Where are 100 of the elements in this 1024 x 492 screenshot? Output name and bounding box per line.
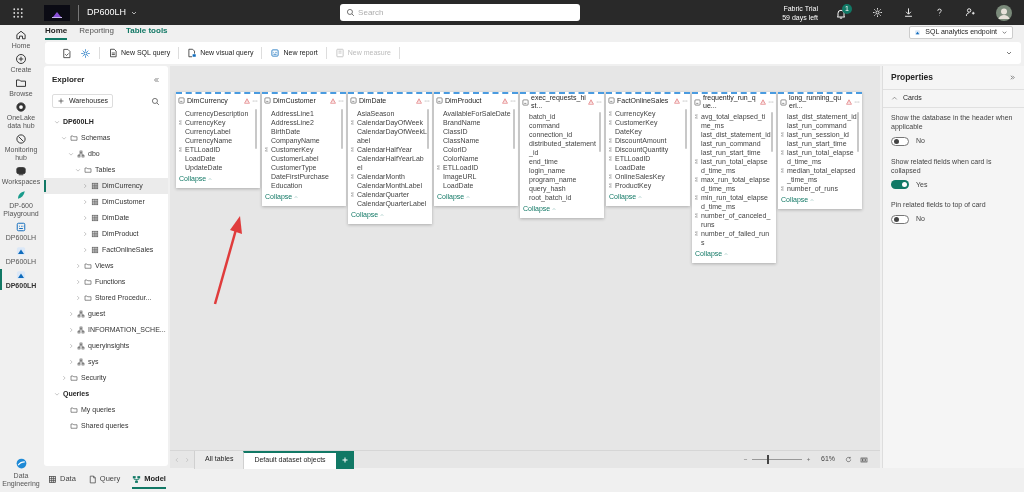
table-icon	[436, 97, 443, 104]
table-icon	[350, 97, 357, 104]
table-icon	[91, 182, 99, 190]
download-icon[interactable]	[903, 7, 914, 18]
sigma-icon	[178, 120, 183, 125]
scrollbar[interactable]	[341, 109, 343, 149]
plus-circle-icon	[15, 53, 27, 65]
expand-icon[interactable]	[1009, 74, 1016, 81]
chevron-down-icon	[68, 151, 74, 157]
add-tab-button[interactable]	[335, 450, 354, 469]
sigma-icon	[780, 132, 785, 137]
scrollbar[interactable]	[685, 109, 687, 149]
data-engineering-icon	[14, 457, 28, 470]
minus-icon[interactable]	[743, 457, 748, 462]
sigma-icon	[694, 159, 699, 164]
sigma-icon	[694, 231, 699, 236]
sigma-icon	[264, 147, 269, 152]
scrollbar[interactable]	[427, 109, 429, 149]
chevron-right-icon	[61, 375, 67, 381]
toggle-switch[interactable]	[891, 214, 909, 224]
sigma-icon	[350, 174, 355, 179]
model-icon	[132, 474, 142, 484]
scrollbar[interactable]	[771, 112, 773, 152]
collapse-icon[interactable]	[152, 76, 160, 84]
chevron-right-icon	[68, 343, 74, 349]
sigma-icon	[694, 177, 699, 182]
chevron-down-icon[interactable]	[1005, 49, 1013, 57]
chevron-right-icon	[82, 199, 88, 205]
app-launcher-icon[interactable]	[12, 6, 24, 19]
table-card[interactable]	[692, 92, 776, 263]
folder-icon	[70, 134, 78, 142]
chevron-down-icon	[54, 119, 60, 125]
chevron-up-icon	[810, 198, 815, 203]
scrollbar[interactable]	[255, 109, 257, 149]
chevron-down-icon	[75, 167, 81, 173]
fit-to-screen-icon[interactable]	[860, 455, 868, 464]
sigma-icon	[780, 168, 785, 173]
lakehouse-icon	[914, 29, 922, 36]
scrollbar[interactable]	[857, 112, 859, 152]
toggle-switch[interactable]	[891, 136, 909, 146]
search-icon[interactable]	[151, 96, 160, 106]
chevron-right-icon	[68, 327, 74, 333]
table-icon	[694, 98, 701, 106]
chevron-up-icon	[891, 95, 898, 102]
schema-icon	[77, 310, 85, 318]
chevron-up-icon	[638, 195, 643, 200]
table-icon	[91, 214, 99, 222]
folder-icon	[15, 77, 27, 89]
gear-icon[interactable]	[80, 47, 91, 59]
scrollbar[interactable]	[513, 109, 515, 149]
chevron-right-icon	[75, 295, 81, 301]
plus-icon[interactable]	[806, 457, 811, 462]
table-icon	[780, 98, 787, 106]
chevron-up-icon	[724, 252, 729, 257]
schema-icon	[77, 326, 85, 334]
panel-title: Explorer	[52, 74, 85, 86]
leaf-icon	[15, 189, 27, 201]
avatar[interactable]	[996, 4, 1012, 21]
chevron-up-icon	[380, 213, 385, 218]
share-icon[interactable]	[965, 7, 976, 18]
schema-icon	[77, 150, 85, 158]
sigma-icon	[694, 213, 699, 218]
workspace-menu[interactable]: DP600LH	[87, 5, 139, 20]
chevron-down-icon	[1001, 29, 1008, 36]
chevron-right-icon	[68, 359, 74, 365]
search-field[interactable]: Search	[340, 4, 581, 21]
chevron-right-icon[interactable]	[184, 456, 190, 463]
lakehouse-icon	[15, 269, 27, 281]
toggle-switch[interactable]	[891, 180, 909, 190]
document-icon	[108, 48, 118, 58]
schema-icon	[77, 358, 85, 366]
table-icon	[48, 474, 57, 484]
ribbon-tab[interactable]: Table tools	[125, 25, 168, 40]
bell-icon	[835, 8, 847, 20]
chevron-right-icon	[68, 311, 74, 317]
chevron-up-icon	[466, 195, 471, 200]
table-icon	[178, 97, 185, 104]
ribbon-tab[interactable]: Home	[45, 25, 68, 40]
chevron-right-icon	[82, 215, 88, 221]
table-icon	[91, 246, 99, 254]
sigma-icon	[780, 150, 785, 155]
selected-indicator	[44, 180, 46, 192]
chevron-up-icon	[208, 177, 213, 182]
sigma-icon	[694, 114, 699, 119]
sigma-icon	[350, 147, 355, 152]
document-icon[interactable]	[61, 47, 72, 59]
logo[interactable]	[44, 4, 70, 21]
settings-icon[interactable]	[872, 7, 883, 18]
plus-icon	[340, 455, 349, 464]
ribbon-tab[interactable]: Reporting	[79, 25, 114, 40]
prohibited-circle-icon	[15, 133, 27, 145]
scrollbar[interactable]	[599, 112, 601, 152]
reset-icon[interactable]	[845, 456, 852, 463]
chevron-up-icon	[552, 207, 557, 212]
sigma-icon	[780, 186, 785, 191]
chevron-left-icon[interactable]	[174, 456, 180, 463]
panel-title: Properties	[891, 71, 934, 84]
sigma-icon	[350, 120, 355, 125]
sigma-icon	[694, 195, 699, 200]
chevron-right-icon	[75, 263, 81, 269]
